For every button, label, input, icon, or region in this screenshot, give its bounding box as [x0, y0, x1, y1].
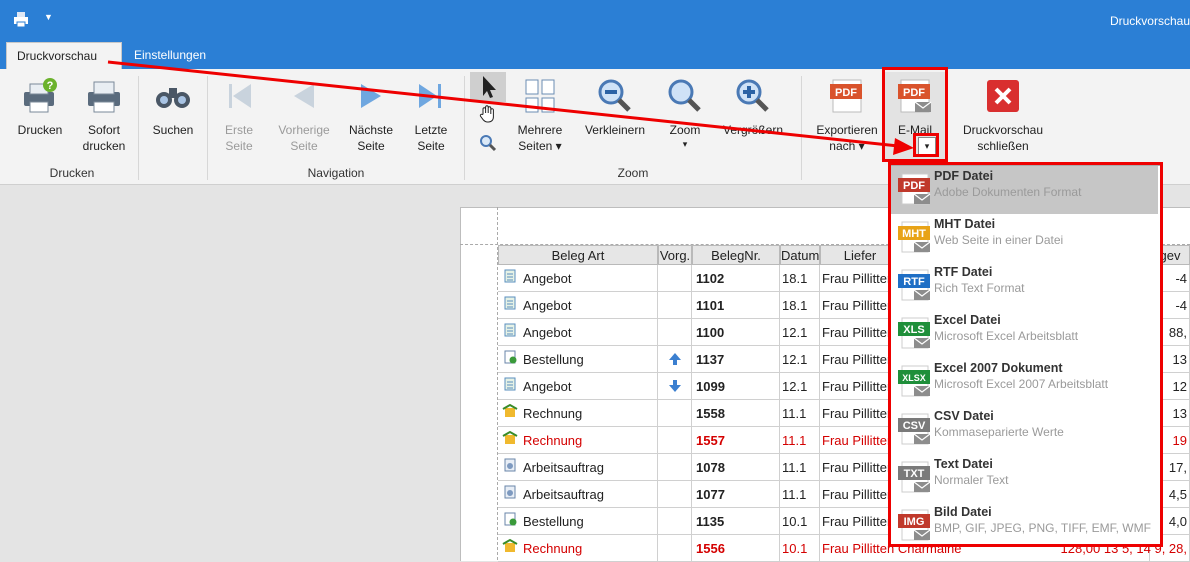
- annotation-arrow: [107, 60, 914, 155]
